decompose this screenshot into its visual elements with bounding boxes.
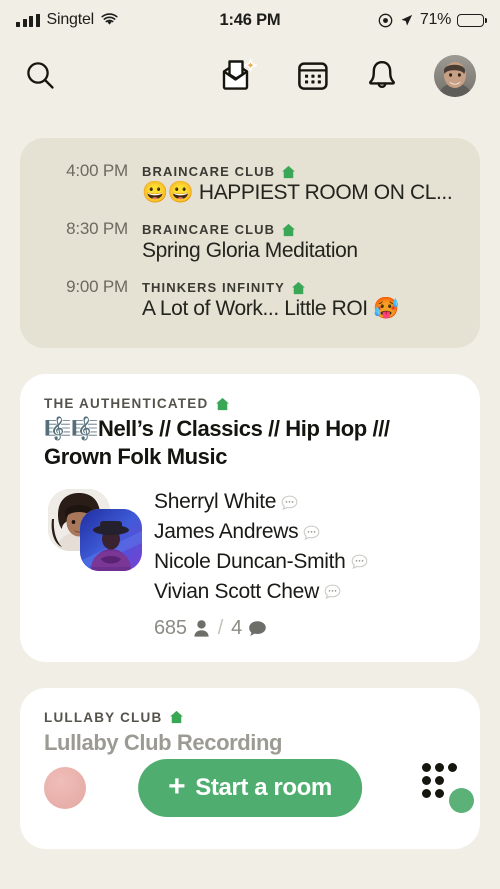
start-a-room-label: Start a room bbox=[195, 774, 332, 801]
speaker-row[interactable]: James Andrews bbox=[154, 517, 456, 547]
speaker-list: Sherryl White James Andrews Nicole Dunca… bbox=[154, 487, 456, 639]
event-club-line: THINKERS INFINITY bbox=[142, 280, 458, 295]
house-icon bbox=[170, 710, 184, 724]
event-body: BRAINCARE CLUB Spring Gloria Meditation bbox=[142, 222, 458, 263]
status-bar-right: 71% bbox=[378, 11, 487, 29]
speaker-row[interactable]: Sherryl White bbox=[154, 487, 456, 517]
wifi-icon bbox=[101, 13, 118, 25]
event-body: THINKERS INFINITY A Lot of Work... Littl… bbox=[142, 280, 458, 321]
listener-count: 685 bbox=[154, 616, 187, 639]
speech-bubble-icon bbox=[351, 554, 367, 570]
low-power-icon bbox=[378, 13, 393, 27]
room-stats: 685 / 4 bbox=[154, 617, 456, 640]
avatar bbox=[44, 766, 86, 809]
speaker-name: Nicole Duncan-Smith bbox=[154, 549, 346, 573]
navbar-actions bbox=[220, 55, 476, 97]
event-time: 9:00 PM bbox=[66, 277, 128, 296]
speech-bubble-icon bbox=[304, 525, 320, 540]
event-title: 😀😀 HAPPIEST ROOM ON CL... bbox=[142, 181, 453, 204]
avatar bbox=[80, 509, 142, 572]
app-navbar bbox=[0, 40, 500, 112]
carrier-label: Singtel bbox=[46, 11, 95, 28]
speaker-row[interactable]: Nicole Duncan-Smith bbox=[154, 547, 456, 577]
event-club-name: BRAINCARE CLUB bbox=[142, 222, 276, 237]
room-club-line: LULLABY CLUB bbox=[44, 710, 456, 725]
start-a-room-button[interactable]: + Start a room bbox=[138, 759, 362, 817]
room-club-line: THE AUTHENTICATED bbox=[44, 396, 456, 411]
event-club-line: BRAINCARE CLUB bbox=[142, 222, 458, 237]
feed-scroll-area[interactable]: 4:00 PM BRAINCARE CLUB 😀😀 HAPPIEST ROOM … bbox=[0, 138, 500, 849]
event-club-name: BRAINCARE CLUB bbox=[142, 164, 276, 179]
room-card[interactable]: THE AUTHENTICATED 🎼🎼Nell’s // Classics /… bbox=[20, 374, 480, 662]
stats-divider: / bbox=[217, 616, 224, 639]
speech-bubble-icon bbox=[324, 584, 341, 600]
signal-bars-icon bbox=[16, 13, 40, 27]
room-club-name: LULLABY CLUB bbox=[44, 709, 163, 725]
event-time: 8:30 PM bbox=[66, 219, 128, 238]
house-icon bbox=[282, 223, 295, 236]
speech-bubble-icon bbox=[281, 495, 298, 510]
bell-icon[interactable] bbox=[366, 59, 398, 93]
event-title: Spring Gloria Meditation bbox=[142, 239, 358, 262]
battery-icon bbox=[457, 13, 487, 27]
speech-bubble-icon bbox=[249, 620, 266, 636]
event-row[interactable]: 9:00 PM THINKERS INFINITY A Lot of Work.… bbox=[42, 270, 458, 328]
event-club-line: BRAINCARE CLUB bbox=[142, 164, 458, 179]
event-title: A Lot of Work... Little ROI 🥵 bbox=[142, 297, 399, 320]
event-club-name: THINKERS INFINITY bbox=[142, 280, 285, 295]
speaker-name: James Andrews bbox=[154, 520, 299, 544]
house-icon bbox=[216, 397, 230, 410]
people-fab-accent[interactable] bbox=[449, 788, 474, 813]
speaker-count: 4 bbox=[231, 616, 243, 639]
invite-envelope-sparkle-icon[interactable] bbox=[220, 57, 260, 95]
event-time: 4:00 PM bbox=[66, 161, 128, 180]
speaker-name: Vivian Scott Chew bbox=[154, 579, 319, 603]
house-icon bbox=[292, 281, 305, 294]
upcoming-events-card[interactable]: 4:00 PM BRAINCARE CLUB 😀😀 HAPPIEST ROOM … bbox=[20, 138, 480, 348]
house-icon bbox=[282, 165, 295, 178]
speaker-name: Sherryl White bbox=[154, 490, 277, 514]
event-body: BRAINCARE CLUB 😀😀 HAPPIEST ROOM ON CL... bbox=[142, 164, 458, 205]
people-grid-icon[interactable] bbox=[422, 763, 474, 813]
event-row[interactable]: 4:00 PM BRAINCARE CLUB 😀😀 HAPPIEST ROOM … bbox=[42, 154, 458, 212]
status-bar: Singtel 1:46 PM 71% bbox=[0, 0, 500, 40]
calendar-icon[interactable] bbox=[296, 59, 330, 93]
room-title: Lullaby Club Recording bbox=[44, 729, 283, 755]
room-body: Sherryl White James Andrews Nicole Dunca… bbox=[44, 487, 456, 639]
battery-percent-label: 71% bbox=[419, 11, 451, 28]
event-row[interactable]: 8:30 PM BRAINCARE CLUB Spring Gloria Med… bbox=[42, 212, 458, 270]
speaker-row[interactable]: Vivian Scott Chew bbox=[154, 577, 456, 607]
location-arrow-icon bbox=[401, 14, 412, 26]
search-icon[interactable] bbox=[24, 59, 58, 93]
status-bar-left: Singtel bbox=[16, 11, 118, 29]
profile-avatar[interactable] bbox=[434, 55, 476, 97]
room-title: 🎼🎼Nell’s // Classics // Hip Hop /// Grow… bbox=[44, 416, 390, 470]
room-club-name: THE AUTHENTICATED bbox=[44, 396, 209, 411]
person-icon bbox=[194, 619, 209, 637]
speaker-avatars bbox=[44, 487, 142, 573]
